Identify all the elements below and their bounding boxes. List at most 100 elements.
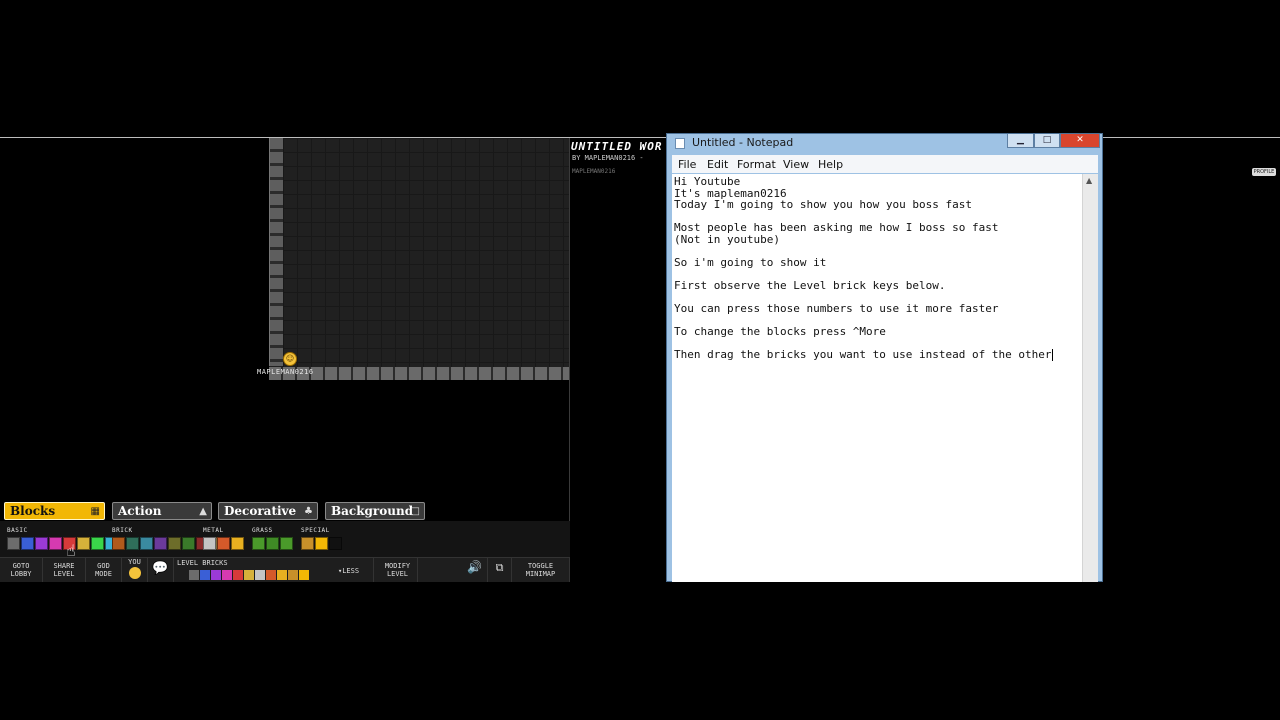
level-brick-slot[interactable] [200, 570, 210, 580]
brick-block-swatch[interactable] [140, 537, 153, 550]
goto-lobby-button[interactable]: GOTO LOBBY [0, 558, 43, 582]
text-line: (Not in youtube) [674, 233, 780, 246]
grass-block-swatch[interactable] [280, 537, 293, 550]
brick-block-swatch[interactable] [126, 537, 139, 550]
notepad-icon [675, 138, 685, 149]
fullscreen-icon[interactable]: ⧉ [488, 558, 512, 582]
grass-block-swatch[interactable] [266, 537, 279, 550]
category-brick-label: BRICK [112, 527, 133, 534]
minimize-button[interactable]: ▁ [1007, 134, 1034, 148]
basic-block-swatch[interactable] [49, 537, 62, 550]
text-line-last-text: Then drag the bricks you want to use ins… [674, 348, 1052, 361]
text-line: So i'm going to show it [674, 256, 827, 269]
grass-block-swatch[interactable] [252, 537, 265, 550]
text-line: First observe the Level brick keys below… [674, 279, 946, 292]
scroll-up-arrow-icon[interactable]: ▲ [1086, 176, 1092, 185]
close-button[interactable]: ✕ [1060, 134, 1100, 148]
level-brick-slot[interactable] [299, 570, 309, 580]
level-brick-slot[interactable] [255, 570, 265, 580]
hand-cursor-icon: ☝ [66, 541, 76, 560]
text-editor[interactable]: Hi Youtube It's mapleman0216 Today I'm g… [672, 174, 1082, 582]
menu-bar: File Edit Format View Help [672, 155, 1098, 173]
less-toggle[interactable]: ▾LESS [338, 567, 359, 575]
tab-action[interactable]: Action ▲ [112, 502, 212, 520]
profile-button[interactable]: PROFILE [1252, 168, 1276, 176]
game-window[interactable]: ☺ MAPLEMAN0216 Blocks ▦ Action ▲ Decorat… [0, 138, 570, 582]
tab-background-label: Background [331, 504, 414, 518]
menu-format[interactable]: Format [737, 158, 776, 171]
toggle-minimap-line1: TOGGLE [527, 562, 554, 570]
volume-icon[interactable]: 🔊 [462, 558, 488, 582]
level-bricks-label: LEVEL BRICKS [177, 559, 228, 567]
tab-blocks-label: Blocks [10, 504, 56, 518]
text-line-last: Then drag the bricks you want to use ins… [674, 349, 1053, 361]
special-block-swatch[interactable] [301, 537, 314, 550]
special-block-swatch[interactable] [315, 537, 328, 550]
player-name-label: MAPLEMAN0216 [257, 368, 314, 376]
brick-block-swatch[interactable] [182, 537, 195, 550]
basic-block-swatch[interactable] [21, 537, 34, 550]
triangle-up-icon: ▲ [199, 506, 207, 517]
world-canvas[interactable] [269, 138, 569, 380]
tree-icon: ♣ [304, 506, 313, 517]
level-brick-slot[interactable] [244, 570, 254, 580]
basic-block-swatch[interactable] [7, 537, 20, 550]
game-right-border [569, 138, 570, 582]
basic-block-swatch[interactable] [35, 537, 48, 550]
share-level-button[interactable]: SHARE LEVEL [43, 558, 86, 582]
metal-block-swatch[interactable] [217, 537, 230, 550]
text-caret [1051, 349, 1053, 361]
category-metal-label: METAL [203, 527, 224, 534]
modify-level-line2: LEVEL [386, 570, 409, 578]
level-brick-slot[interactable] [266, 570, 276, 580]
tab-decorative-label: Decorative [224, 504, 297, 518]
level-brick-slot[interactable] [288, 570, 298, 580]
category-special-label: SPECIAL [301, 527, 330, 534]
vertical-scrollbar[interactable]: ▲ [1082, 174, 1098, 582]
world-user-list: MAPLEMAN0216 [572, 168, 616, 175]
square-icon: □ [410, 506, 420, 517]
menu-edit[interactable]: Edit [707, 158, 728, 171]
text-line: Today I'm going to show you how you boss… [674, 198, 973, 211]
modify-level-line1: MODIFY [384, 562, 411, 570]
floor-blocks [269, 367, 569, 380]
brick-block-swatch[interactable] [168, 537, 181, 550]
special-block-swatch[interactable] [329, 537, 342, 550]
text-line: To change the blocks press ^More [674, 325, 886, 338]
share-level-line2: LEVEL [53, 570, 75, 578]
tab-background[interactable]: Background □ [325, 502, 425, 520]
brick-block-swatch[interactable] [112, 537, 125, 550]
world-title: UNTITLED WOR [571, 140, 663, 153]
menu-help[interactable]: Help [818, 158, 843, 171]
left-wall-blocks [269, 138, 283, 366]
grid-icon: ▦ [90, 506, 100, 517]
metal-block-swatch[interactable] [203, 537, 216, 550]
menu-file[interactable]: File [678, 158, 696, 171]
modify-level-button[interactable]: MODIFY LEVEL [378, 558, 418, 582]
speech-bubble-icon: 💬 [152, 561, 169, 576]
level-brick-slot[interactable] [233, 570, 243, 580]
tab-blocks[interactable]: Blocks ▦ [4, 502, 105, 520]
metal-block-swatch[interactable] [231, 537, 244, 550]
less-label: LESS [342, 567, 360, 575]
share-level-line1: SHARE [53, 562, 75, 570]
you-smiley-button[interactable]: YOU [122, 558, 148, 582]
player-smiley-icon: ☺ [283, 352, 297, 366]
toggle-minimap-button[interactable]: TOGGLE MINIMAP [512, 558, 570, 582]
level-brick-slot[interactable] [211, 570, 221, 580]
basic-block-swatch[interactable] [91, 537, 104, 550]
god-mode-button[interactable]: GOD MODE [86, 558, 122, 582]
chat-button[interactable]: 💬 [148, 558, 174, 582]
brick-block-swatch[interactable] [154, 537, 167, 550]
notepad-window[interactable]: Untitled - Notepad ▁ □ ✕ File Edit Forma… [666, 133, 1103, 582]
god-mode-line2: MODE [95, 570, 112, 578]
tab-decorative[interactable]: Decorative ♣ [218, 502, 318, 520]
maximize-button[interactable]: □ [1034, 134, 1060, 148]
menu-view[interactable]: View [783, 158, 809, 171]
level-brick-slot[interactable] [189, 570, 199, 580]
basic-block-swatch[interactable] [77, 537, 90, 550]
category-basic-label: BASIC [7, 527, 28, 534]
level-brick-slot[interactable] [277, 570, 287, 580]
level-brick-slot[interactable] [222, 570, 232, 580]
smiley-icon [128, 567, 141, 579]
